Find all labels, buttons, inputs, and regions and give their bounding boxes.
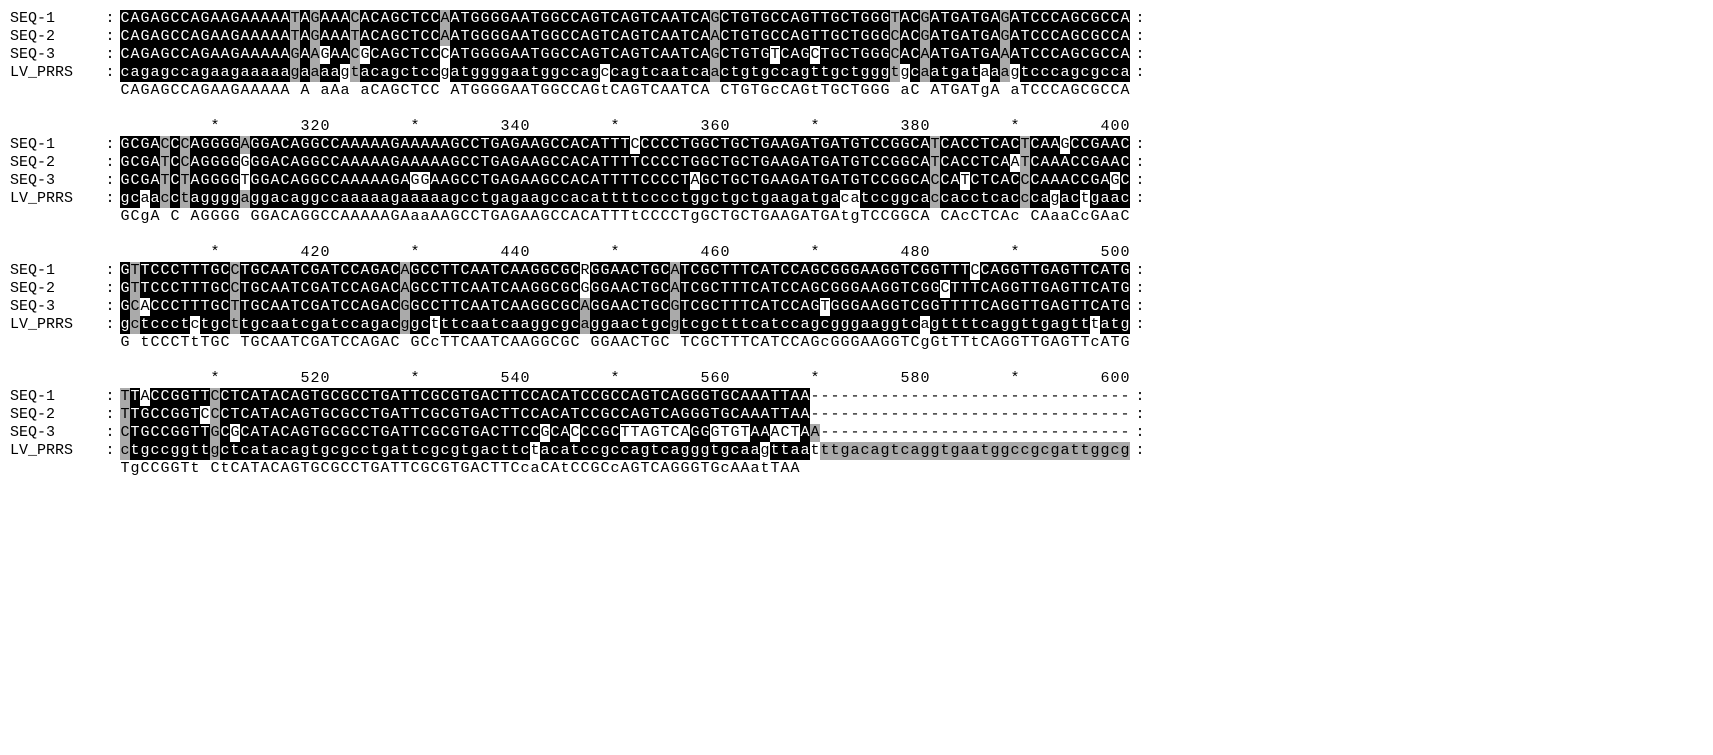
consensus-row: CAGAGCCAGAAGAAAAA A aAa aCAGCTCC ATGGGGA… — [10, 82, 1703, 100]
sequence-label: SEQ-3 — [10, 172, 100, 190]
colon: : — [100, 46, 120, 64]
sequence-label: SEQ-2 — [10, 280, 100, 298]
sequence-residues: TTGCCGGTCCCTCATACAGTGCGCCTGATTCGCGTGACTT… — [120, 406, 1130, 424]
sequence-row: SEQ-2:GTTCCCTTTGCCTGCAATCGATCCAGACAGCCTT… — [10, 280, 1703, 298]
colon: : — [100, 262, 120, 280]
sequence-row: SEQ-2:CAGAGCCAGAAGAAAAATAGAAATACAGCTCCAA… — [10, 28, 1703, 46]
colon: : — [100, 406, 120, 424]
sequence-row: SEQ-2:TTGCCGGTCCCTCATACAGTGCGCCTGATTCGCG… — [10, 406, 1703, 424]
sequence-label: LV_PRRS — [10, 190, 100, 208]
sequence-row: SEQ-1:CAGAGCCAGAAGAAAAATAGAAACACAGCTCCAA… — [10, 10, 1703, 28]
sequence-residues: GTTCCCTTTGCCTGCAATCGATCCAGACAGCCTTCAATCA… — [120, 262, 1130, 280]
sequence-row: SEQ-2:GCGATCCAGGGGGGGACAGGCCAAAAAGAAAAAG… — [10, 154, 1703, 172]
sequence-label: SEQ-2 — [10, 154, 100, 172]
sequence-residues: GCGACCCAGGGGAGGACAGGCCAAAAAGAAAAAGCCTGAG… — [120, 136, 1130, 154]
sequence-label: SEQ-1 — [10, 10, 100, 28]
colon: : — [100, 424, 120, 442]
colon: : — [100, 28, 120, 46]
sequence-label: SEQ-3 — [10, 46, 100, 64]
colon: : — [1130, 424, 1150, 442]
sequence-label: SEQ-1 — [10, 136, 100, 154]
sequence-residues: ctgccggttgctcatacagtgcgcctgattcgcgtgactt… — [120, 442, 1130, 460]
sequence-label: LV_PRRS — [10, 64, 100, 82]
sequence-label: SEQ-3 — [10, 424, 100, 442]
sequence-residues: CAGAGCCAGAAGAAAAAGAAGAACGCAGCTCCCATGGGGA… — [120, 46, 1130, 64]
sequence-row: SEQ-1:TTACCGGTTCCTCATACAGTGCGCCTGATTCGCG… — [10, 388, 1703, 406]
colon: : — [1130, 406, 1150, 424]
colon: : — [1130, 136, 1150, 154]
alignment-block: SEQ-1:CAGAGCCAGAAGAAAAATAGAAACACAGCTCCAA… — [10, 10, 1703, 100]
colon: : — [1130, 388, 1150, 406]
ruler-row: * 420 * 440 * 460 * 480 * 500 — [10, 244, 1703, 262]
colon: : — [1130, 190, 1150, 208]
colon: : — [1130, 46, 1150, 64]
colon: : — [1130, 172, 1150, 190]
alignment-block: * 420 * 440 * 460 * 480 * 500SEQ-1:GTTCC… — [10, 244, 1703, 352]
colon: : — [100, 280, 120, 298]
colon: : — [100, 388, 120, 406]
sequence-residues: GCGATCCAGGGGGGGACAGGCCAAAAAGAAAAAGCCTGAG… — [120, 154, 1130, 172]
colon: : — [1130, 10, 1150, 28]
colon: : — [100, 136, 120, 154]
sequence-residues: cagagccagaagaaaaagaaaagtacagctccgatgggga… — [120, 64, 1130, 82]
colon: : — [1130, 28, 1150, 46]
colon: : — [100, 64, 120, 82]
sequence-label: SEQ-2 — [10, 28, 100, 46]
colon: : — [1130, 316, 1150, 334]
colon: : — [100, 10, 120, 28]
colon: : — [1130, 280, 1150, 298]
sequence-residues: GCGATCTAGGGGTGGACAGGCCAAAAAGAGGAAGCCTGAG… — [120, 172, 1130, 190]
colon: : — [100, 154, 120, 172]
colon: : — [100, 442, 120, 460]
sequence-row: SEQ-3:GCACCCTTTGCTTGCAATCGATCCAGACGGCCTT… — [10, 298, 1703, 316]
colon: : — [1130, 262, 1150, 280]
sequence-label: SEQ-1 — [10, 388, 100, 406]
sequence-residues: TTACCGGTTCCTCATACAGTGCGCCTGATTCGCGTGACTT… — [120, 388, 1130, 406]
sequence-row: LV_PRRS:ctgccggttgctcatacagtgcgcctgattcg… — [10, 442, 1703, 460]
sequence-label: SEQ-3 — [10, 298, 100, 316]
sequence-residues: CAGAGCCAGAAGAAAAATAGAAATACAGCTCCAATGGGGA… — [120, 28, 1130, 46]
consensus-row: G tCCCTtTGC TGCAATCGATCCAGAC GCcTTCAATCA… — [10, 334, 1703, 352]
alignment-block: * 320 * 340 * 360 * 380 * 400SEQ-1:GCGAC… — [10, 118, 1703, 226]
sequence-row: LV_PRRS:cagagccagaagaaaaagaaaagtacagctcc… — [10, 64, 1703, 82]
alignment-block: * 520 * 540 * 560 * 580 * 600SEQ-1:TTACC… — [10, 370, 1703, 478]
sequence-residues: gctccctctgcttgcaatcgatccagacggctttcaatca… — [120, 316, 1130, 334]
colon: : — [100, 190, 120, 208]
sequence-label: SEQ-1 — [10, 262, 100, 280]
consensus-row: GCgA C AGGGG GGACAGGCCAAAAAGAaaAAGCCTGAG… — [10, 208, 1703, 226]
sequence-label: SEQ-2 — [10, 406, 100, 424]
colon: : — [1130, 298, 1150, 316]
sequence-alignment: SEQ-1:CAGAGCCAGAAGAAAAATAGAAACACAGCTCCAA… — [10, 10, 1703, 478]
ruler-row: * 520 * 540 * 560 * 580 * 600 — [10, 370, 1703, 388]
colon: : — [100, 298, 120, 316]
colon: : — [100, 316, 120, 334]
sequence-row: SEQ-3:CAGAGCCAGAAGAAAAAGAAGAACGCAGCTCCCA… — [10, 46, 1703, 64]
sequence-label: LV_PRRS — [10, 316, 100, 334]
sequence-label: LV_PRRS — [10, 442, 100, 460]
sequence-residues: CAGAGCCAGAAGAAAAATAGAAACACAGCTCCAATGGGGA… — [120, 10, 1130, 28]
sequence-row: SEQ-1:GCGACCCAGGGGAGGACAGGCCAAAAAGAAAAAG… — [10, 136, 1703, 154]
sequence-residues: CTGCCGGTTGCGCATACAGTGCGCCTGATTCGCGTGACTT… — [120, 424, 1130, 442]
sequence-row: SEQ-1:GTTCCCTTTGCCTGCAATCGATCCAGACAGCCTT… — [10, 262, 1703, 280]
sequence-row: SEQ-3:GCGATCTAGGGGTGGACAGGCCAAAAAGAGGAAG… — [10, 172, 1703, 190]
sequence-row: SEQ-3:CTGCCGGTTGCGCATACAGTGCGCCTGATTCGCG… — [10, 424, 1703, 442]
sequence-row: LV_PRRS:gcaacctaggggaggacaggccaaaaagaaaa… — [10, 190, 1703, 208]
colon: : — [1130, 154, 1150, 172]
consensus-row: TgCCGGTt CtCATACAGTGCGCCTGATTCGCGTGACTTC… — [10, 460, 1703, 478]
colon: : — [100, 172, 120, 190]
sequence-residues: gcaacctaggggaggacaggccaaaaagaaaaagcctgag… — [120, 190, 1130, 208]
sequence-residues: GTTCCCTTTGCCTGCAATCGATCCAGACAGCCTTCAATCA… — [120, 280, 1130, 298]
sequence-residues: GCACCCTTTGCTTGCAATCGATCCAGACGGCCTTCAATCA… — [120, 298, 1130, 316]
colon: : — [1130, 442, 1150, 460]
colon: : — [1130, 64, 1150, 82]
sequence-row: LV_PRRS:gctccctctgcttgcaatcgatccagacggct… — [10, 316, 1703, 334]
ruler-row: * 320 * 340 * 360 * 380 * 400 — [10, 118, 1703, 136]
